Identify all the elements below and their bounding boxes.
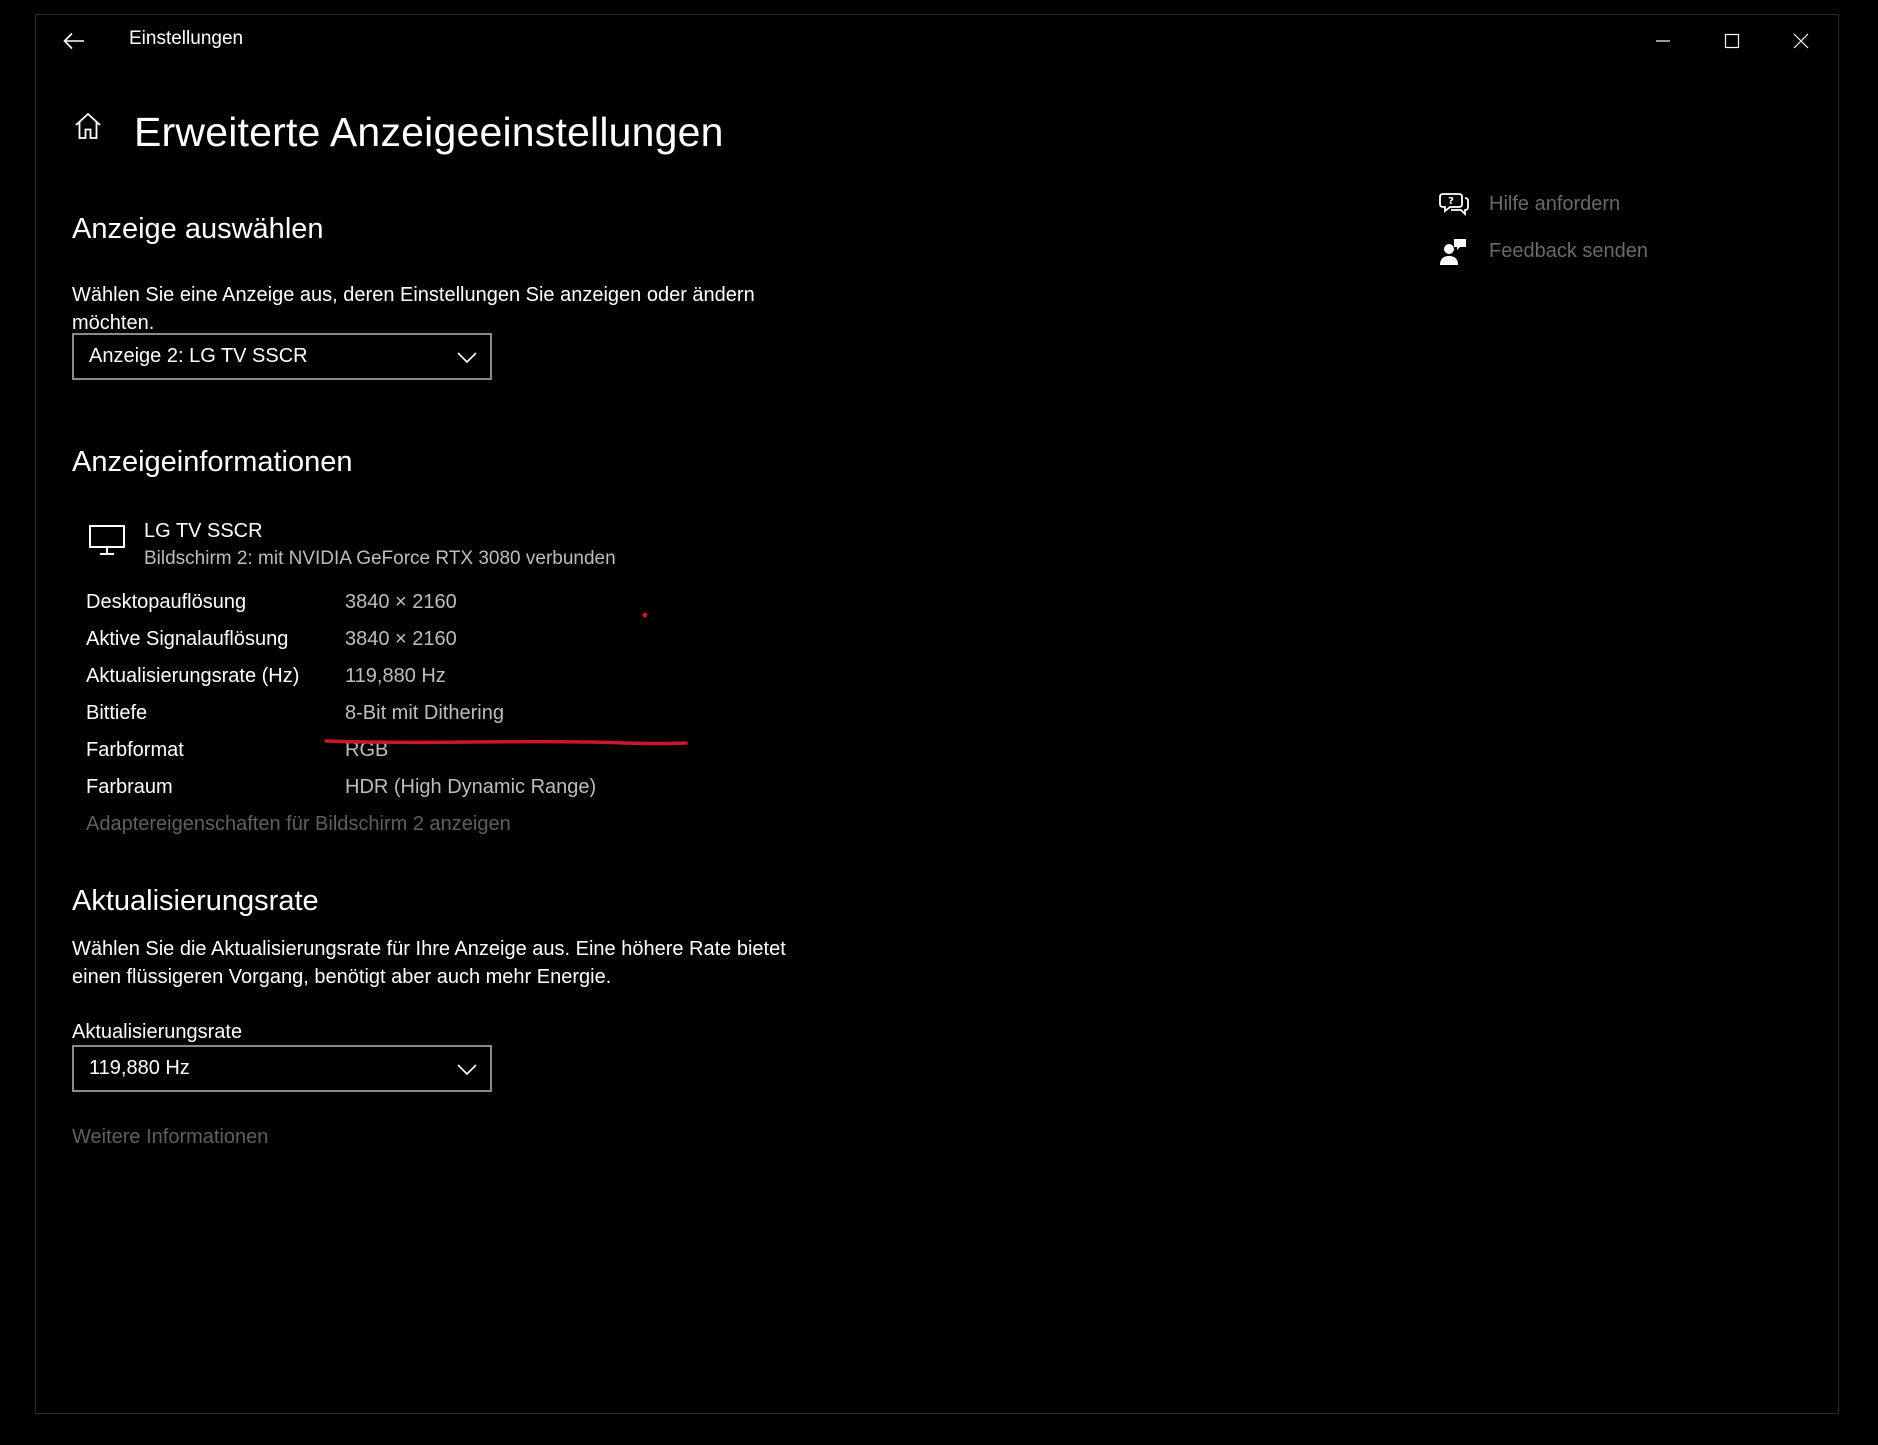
home-button[interactable] <box>70 108 106 144</box>
info-row-color-format: Farbformat RGB <box>86 739 786 769</box>
more-info-link[interactable]: Weitere Informationen <box>72 1126 268 1149</box>
info-row-active-signal-resolution: Aktive Signalauflösung 3840 × 2160 <box>86 628 786 658</box>
help-link-text: Hilfe anfordern <box>1489 193 1621 215</box>
page-title: Erweiterte Anzeigeeinstellungen <box>134 109 724 155</box>
info-row-color-space: Farbraum HDR (High Dynamic Range) <box>86 776 786 806</box>
info-value: 119,880 Hz <box>345 665 446 687</box>
svg-text:?: ? <box>1448 196 1454 207</box>
info-row-desktop-resolution: Desktopauflösung 3840 × 2160 <box>86 591 786 621</box>
info-value: RGB <box>345 739 389 761</box>
info-row-refresh-rate: Aktualisierungsrate (Hz) 119,880 Hz <box>86 665 786 695</box>
adapter-properties-link[interactable]: Adaptereigenschaften für Bildschirm 2 an… <box>86 813 511 836</box>
info-value: 3840 × 2160 <box>345 628 457 650</box>
back-button[interactable] <box>56 23 92 59</box>
feedback-link-text: Feedback senden <box>1489 240 1649 262</box>
info-label: Bittiefe <box>86 702 148 724</box>
monitor-name: LG TV SSCR <box>144 520 263 542</box>
info-value: 8-Bit mit Dithering <box>345 702 504 724</box>
minimize-icon <box>1656 40 1670 42</box>
info-label: Aktualisierungsrate (Hz) <box>86 665 300 687</box>
refresh-rate-description: Wählen Sie die Aktualisierungsrate für I… <box>72 938 786 988</box>
monitor-subtitle: Bildschirm 2: mit NVIDIA GeForce RTX 308… <box>144 548 616 569</box>
info-row-bit-depth: Bittiefe 8-Bit mit Dithering <box>86 702 786 732</box>
refresh-rate-field-label: Aktualisierungsrate <box>72 1021 243 1043</box>
display-select-dropdown[interactable]: Anzeige 2: LG TV SSCR <box>72 333 492 380</box>
refresh-rate-heading: Aktualisierungsrate <box>72 885 319 917</box>
close-icon <box>1793 33 1809 49</box>
info-label: Farbraum <box>86 776 173 798</box>
help-chat-icon: ? <box>1439 193 1469 217</box>
settings-window: Einstellungen Erweiterte Anzeigeeinstell… <box>35 14 1839 1414</box>
app-title: Einstellungen <box>129 28 244 49</box>
info-label: Desktopauflösung <box>86 591 247 613</box>
close-button[interactable] <box>1781 23 1821 59</box>
home-icon <box>75 112 101 139</box>
maximize-button[interactable] <box>1712 23 1752 59</box>
title-bar: Einstellungen <box>36 15 1838 67</box>
monitor-icon <box>89 525 125 555</box>
back-arrow-icon <box>63 32 84 50</box>
display-select-value: Anzeige 2: LG TV SSCR <box>89 345 308 367</box>
refresh-rate-dropdown[interactable]: 119,880 Hz <box>72 1045 492 1092</box>
info-label: Aktive Signalauflösung <box>86 628 289 650</box>
chevron-down-icon <box>457 352 477 364</box>
chevron-down-icon <box>457 1064 477 1076</box>
feedback-person-icon <box>1440 239 1466 265</box>
refresh-rate-value: 119,880 Hz <box>89 1057 190 1079</box>
select-display-description: Wählen Sie eine Anzeige aus, deren Einst… <box>72 284 755 334</box>
info-label: Farbformat <box>86 739 184 761</box>
info-value: 3840 × 2160 <box>345 591 457 613</box>
info-value: HDR (High Dynamic Range) <box>345 776 597 798</box>
maximize-icon <box>1724 33 1740 49</box>
display-info-heading: Anzeigeinformationen <box>72 446 353 478</box>
select-display-heading: Anzeige auswählen <box>72 213 324 245</box>
minimize-button[interactable] <box>1643 23 1683 59</box>
